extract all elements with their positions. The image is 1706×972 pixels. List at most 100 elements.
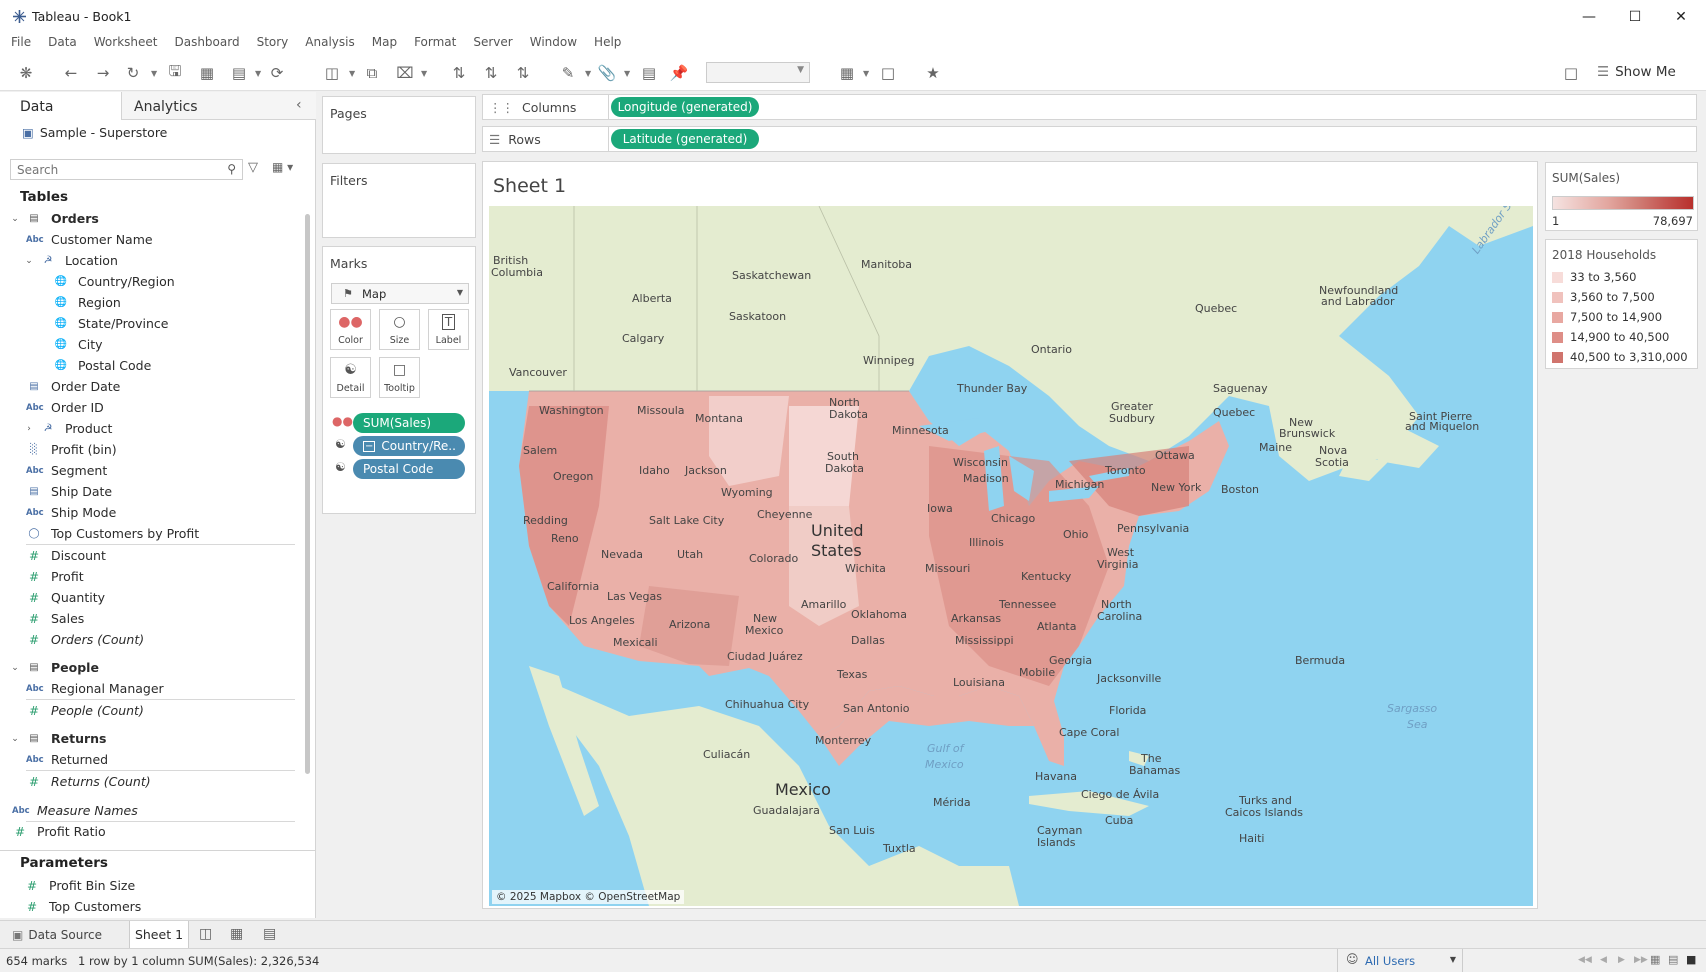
tab-data-source[interactable]: ▣ Data Source bbox=[12, 928, 102, 942]
pages-shelf[interactable]: Pages bbox=[322, 96, 476, 154]
chevron-down-icon[interactable]: ▼ bbox=[585, 69, 591, 78]
show-cards-icon[interactable]: ▦ bbox=[837, 63, 857, 83]
grid-view-icon[interactable]: ▦ bbox=[1650, 953, 1660, 966]
format-brush-icon[interactable]: □ bbox=[1561, 63, 1581, 83]
new-worksheet-icon[interactable]: ◫ bbox=[322, 63, 342, 83]
field-sales[interactable]: # Sales bbox=[10, 608, 295, 629]
pin-icon[interactable]: 📌 bbox=[669, 63, 689, 83]
last-page-icon[interactable]: ▶▶ bbox=[1634, 955, 1648, 965]
field-city[interactable]: 🌐 City bbox=[10, 334, 295, 355]
field-regional-manager[interactable]: Abc Regional Manager bbox=[10, 678, 295, 699]
table-returns[interactable]: ⌄ ▤ Returns bbox=[10, 728, 295, 749]
field-product[interactable]: › ☭ Product bbox=[10, 418, 295, 439]
datasource-item[interactable]: ▣ Sample - Superstore bbox=[22, 125, 167, 140]
filters-shelf[interactable]: Filters bbox=[322, 163, 476, 238]
new-story-icon[interactable]: ▤ bbox=[263, 926, 276, 942]
rows-shelf[interactable]: ☰ Rows Latitude (generated) bbox=[482, 126, 1697, 152]
menu-dashboard[interactable]: Dashboard bbox=[163, 33, 239, 53]
search-field[interactable]: ⚲ bbox=[10, 159, 243, 180]
tab-analytics[interactable]: Analytics bbox=[122, 92, 316, 119]
tableau-home-icon[interactable]: ❋ bbox=[16, 63, 36, 83]
menu-server[interactable]: Server bbox=[462, 33, 512, 53]
legend-item[interactable]: 14,900 to 40,500 bbox=[1552, 328, 1669, 346]
field-top-customers-by-profit[interactable]: ◯ Top Customers by Profit bbox=[10, 523, 295, 544]
chevron-down-icon[interactable]: ▼ bbox=[349, 69, 355, 78]
param-profit-bin-size[interactable]: # Profit Bin Size bbox=[24, 875, 284, 896]
swap-rows-columns-icon[interactable]: ⇅ bbox=[449, 63, 469, 83]
field-country-region[interactable]: 🌐 Country/Region bbox=[10, 271, 295, 292]
pill-postal-code[interactable]: Postal Code bbox=[353, 459, 465, 479]
map-view[interactable]: British Columbia Alberta Saskatchewan Ma… bbox=[489, 206, 1533, 906]
sort-descending-icon[interactable]: ⇅ bbox=[513, 63, 533, 83]
menu-help[interactable]: Help bbox=[583, 33, 621, 53]
next-page-icon[interactable]: ▶ bbox=[1618, 955, 1625, 965]
field-returns-count[interactable]: # Returns (Count) bbox=[10, 771, 295, 792]
field-profit-ratio[interactable]: # Profit Ratio bbox=[10, 822, 295, 841]
menu-worksheet[interactable]: Worksheet bbox=[83, 33, 158, 53]
view-options-icon[interactable]: ▦ ▾ bbox=[272, 160, 293, 174]
detail-button[interactable]: ☯ Detail bbox=[330, 357, 371, 398]
collapse-pane-icon[interactable]: ‹ bbox=[296, 97, 302, 113]
table-people[interactable]: ⌄ ▤ People bbox=[10, 657, 295, 678]
menu-story[interactable]: Story bbox=[246, 33, 289, 53]
pill-longitude[interactable]: Longitude (generated) bbox=[611, 97, 759, 117]
duplicate-sheet-icon[interactable]: ⧉ bbox=[362, 63, 382, 83]
pill-latitude[interactable]: Latitude (generated) bbox=[611, 129, 759, 149]
field-orders-count[interactable]: # Orders (Count) bbox=[10, 629, 295, 650]
redo-icon[interactable]: → bbox=[93, 63, 113, 83]
sort-ascending-icon[interactable]: ⇅ bbox=[481, 63, 501, 83]
menu-window[interactable]: Window bbox=[519, 33, 577, 53]
list-view-icon[interactable]: ▤ bbox=[1668, 953, 1678, 966]
tooltip-button[interactable]: □ Tooltip bbox=[379, 357, 420, 398]
field-profit-bin[interactable]: ░ Profit (bin) bbox=[10, 439, 295, 460]
field-profit[interactable]: # Profit bbox=[10, 566, 295, 587]
chevron-down-icon[interactable]: ▼ bbox=[255, 69, 261, 78]
show-labels-icon[interactable]: ▤ bbox=[639, 63, 659, 83]
menu-file[interactable]: File bbox=[0, 33, 31, 53]
sales-color-legend[interactable]: SUM(Sales) 1 78,697 bbox=[1545, 162, 1698, 231]
filter-icon[interactable]: ▽ bbox=[248, 160, 258, 175]
menu-format[interactable]: Format bbox=[403, 33, 456, 53]
first-page-icon[interactable]: ◀◀ bbox=[1578, 955, 1592, 965]
field-order-id[interactable]: Abc Order ID bbox=[10, 397, 295, 418]
refresh-icon[interactable]: ⟳ bbox=[267, 63, 287, 83]
field-discount[interactable]: # Discount bbox=[10, 545, 295, 566]
label-button[interactable]: T Label bbox=[428, 309, 469, 350]
scrollbar[interactable] bbox=[305, 214, 310, 774]
legend-item[interactable]: 7,500 to 14,900 bbox=[1552, 308, 1662, 326]
color-button[interactable]: ●● Color bbox=[330, 309, 371, 350]
columns-shelf[interactable]: ⋮⋮ Columns Longitude (generated) bbox=[482, 94, 1697, 120]
filmstrip-view-icon[interactable]: ■ bbox=[1686, 953, 1696, 966]
search-input[interactable] bbox=[11, 160, 211, 179]
show-me-button[interactable]: ☰ Show Me bbox=[1597, 64, 1676, 80]
param-top-customers[interactable]: # Top Customers bbox=[24, 896, 284, 917]
legend-item[interactable]: 3,560 to 7,500 bbox=[1552, 288, 1655, 306]
table-orders[interactable]: ⌄ ▤ Orders bbox=[10, 208, 295, 229]
legend-item[interactable]: 40,500 to 3,310,000 bbox=[1552, 348, 1688, 366]
tab-sheet-1[interactable]: Sheet 1 bbox=[129, 921, 189, 948]
field-segment[interactable]: Abc Segment bbox=[10, 460, 295, 481]
chevron-down-icon[interactable]: ▼ bbox=[863, 69, 869, 78]
chevron-down-icon[interactable]: ⌄ bbox=[10, 214, 20, 224]
close-button[interactable]: ✕ bbox=[1658, 0, 1704, 33]
field-location[interactable]: ⌄ ☭ Location bbox=[10, 250, 295, 271]
field-quantity[interactable]: # Quantity bbox=[10, 587, 295, 608]
mark-type-dropdown[interactable]: ⚑ Map ▼ bbox=[331, 283, 469, 304]
field-customer-name[interactable]: Abc Customer Name bbox=[10, 229, 295, 250]
chevron-right-icon[interactable]: › bbox=[24, 424, 34, 434]
tab-data[interactable]: Data bbox=[0, 92, 122, 120]
chevron-down-icon[interactable]: ▼ bbox=[421, 69, 427, 78]
chevron-down-icon[interactable]: ⌄ bbox=[24, 256, 34, 266]
pause-updates-icon[interactable]: ▤ bbox=[229, 63, 249, 83]
new-worksheet-icon[interactable]: ◫ bbox=[199, 926, 212, 942]
field-returned[interactable]: Abc Returned bbox=[10, 749, 295, 770]
legend-item[interactable]: 33 to 3,560 bbox=[1552, 268, 1636, 286]
chevron-down-icon[interactable]: ▼ bbox=[624, 69, 630, 78]
field-order-date[interactable]: ▤ Order Date bbox=[10, 376, 295, 397]
chevron-down-icon[interactable]: ▼ bbox=[151, 69, 157, 78]
chevron-down-icon[interactable]: ⌄ bbox=[10, 734, 20, 744]
user-filter-dropdown[interactable]: ☺ All Users ▼ bbox=[1337, 949, 1463, 972]
menu-data[interactable]: Data bbox=[37, 33, 77, 53]
replay-icon[interactable]: ↻ bbox=[123, 63, 143, 83]
pill-sum-sales[interactable]: SUM(Sales) bbox=[353, 413, 465, 433]
